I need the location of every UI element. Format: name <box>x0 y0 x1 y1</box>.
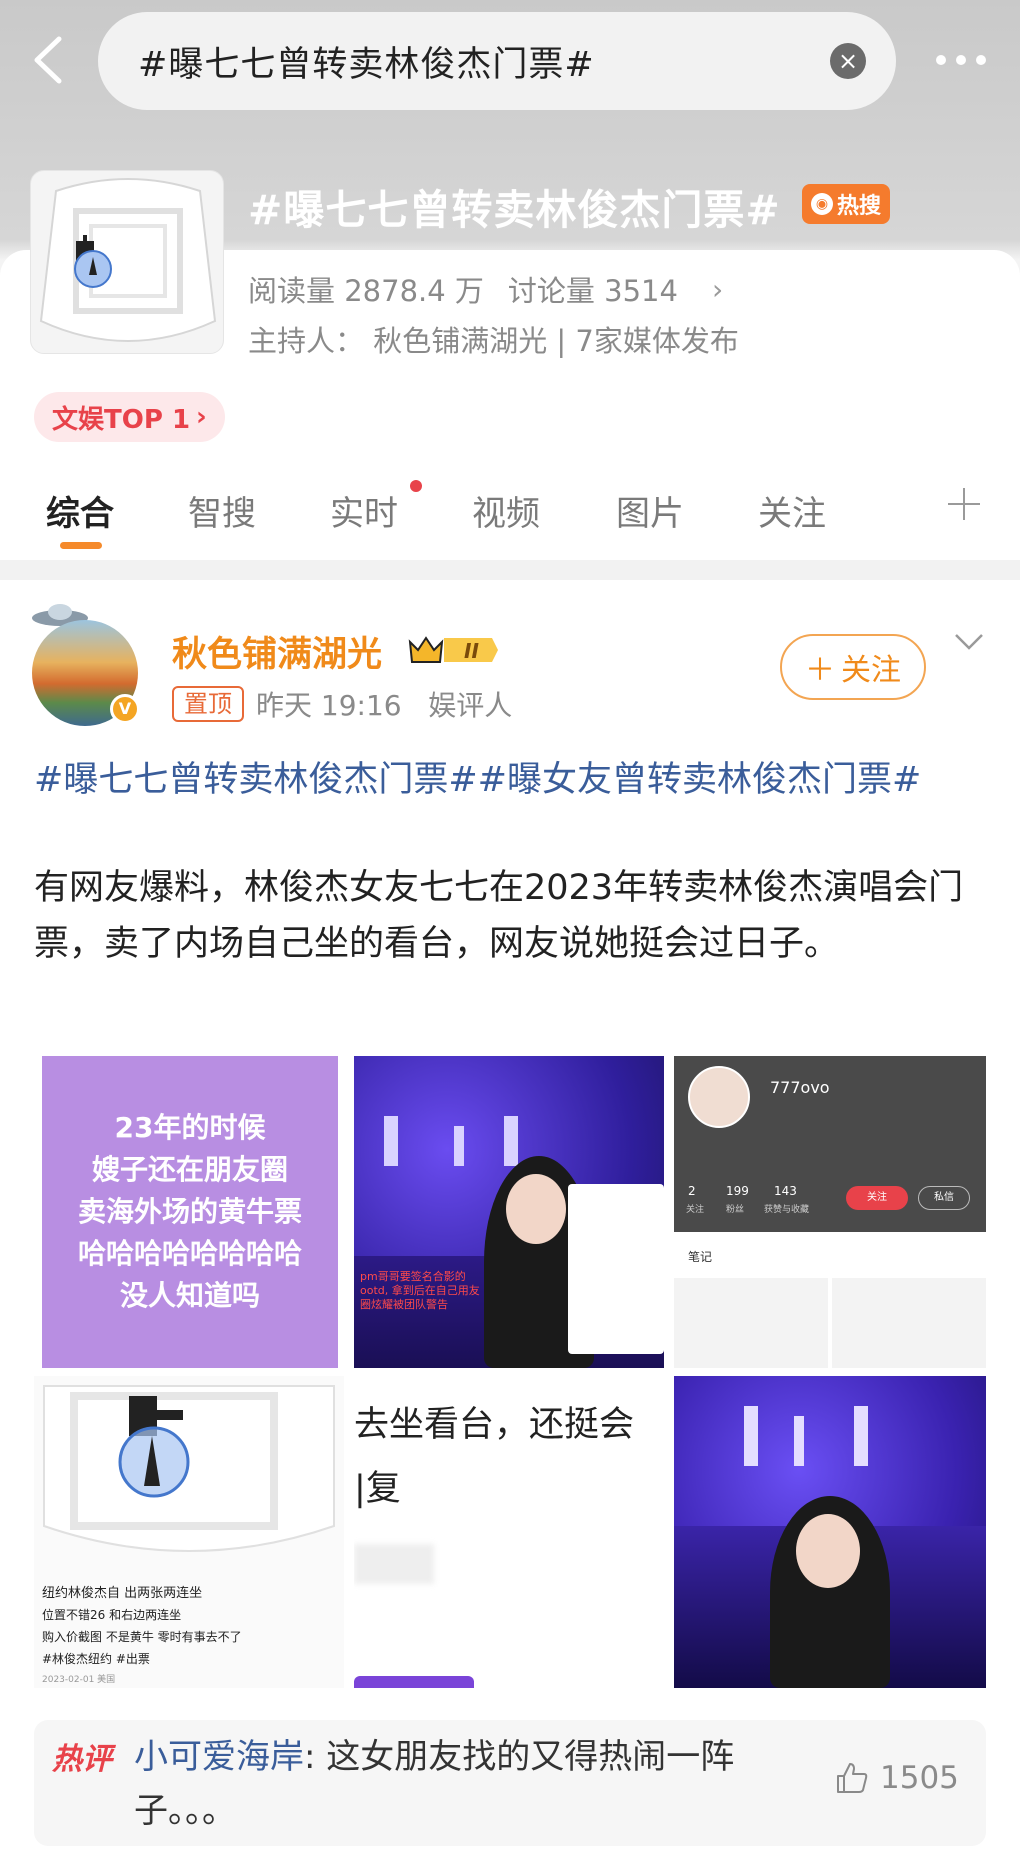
post-image-5[interactable]: 去坐看台，还挺会 |复 <box>354 1376 664 1688</box>
search-box[interactable]: #曝七七曾转卖林俊杰门票# × <box>98 12 896 110</box>
vip-badge-icon: II <box>408 636 498 663</box>
hot-comment[interactable]: 热评 小可爱海岸: 这女朋友找的又得热闹一阵子。。。 1505 <box>34 1720 986 1846</box>
hot-comment-user[interactable]: 小可爱海岸 <box>134 1737 304 1777</box>
person-face <box>796 1514 860 1588</box>
image5-text-line2: |复 <box>354 1469 401 1509</box>
post-author-role: 娱评人 <box>428 689 513 722</box>
image2-caption: pm哥哥要签名合影的ootd, 拿到后在自己用友圈炫耀被团队警告 <box>360 1270 480 1311</box>
post-image-3[interactable]: 777ovo 2 199 143 关注 粉丝 获赞与收藏 关注 私信 笔记 <box>674 1056 986 1368</box>
tab-comprehensive[interactable]: 综合 <box>46 486 114 535</box>
image4-caption-line1: 纽约林俊杰自 出两张两连坐 <box>42 1586 203 1601</box>
rank-chevron-icon: › <box>196 402 207 432</box>
rank-tag-label: 文娱TOP 1 <box>52 404 191 435</box>
topic-thumbnail[interactable] <box>30 170 224 354</box>
post-meta: 昨天 19:16 娱评人 <box>256 684 512 724</box>
profile-name: 777ovo <box>770 1078 830 1097</box>
thumbs-up-icon <box>837 1763 868 1793</box>
rank-tag[interactable]: 文娱TOP 1 › <box>34 392 225 442</box>
stat-label: 粉丝 <box>726 1205 745 1215</box>
tab-smart-search[interactable]: 智搜 <box>188 486 256 535</box>
chevron-down-icon[interactable] <box>954 632 984 652</box>
like-button[interactable]: 1505 <box>834 1760 959 1796</box>
post-image-4[interactable]: 纽约林俊杰自 出两张两连坐 位置不错26 和右边两连坐 购入价截图 不是黄牛 零… <box>34 1376 344 1688</box>
more-icon[interactable] <box>928 40 994 80</box>
person-face <box>506 1174 566 1244</box>
tab-images[interactable]: 图片 <box>616 486 684 535</box>
image4-caption-line3: 购入价截图 不是黄牛 零时有事去不了 <box>42 1630 242 1644</box>
chevron-right-icon: › <box>711 272 724 306</box>
tab-bar: 综合 智搜 实时 视频 图片 关注 <box>0 468 1020 560</box>
stat-label: 获赞与收藏 <box>764 1205 810 1215</box>
topic-stats[interactable]: 阅读量 2878.4 万 讨论量 3514 › <box>248 268 723 310</box>
read-count: 阅读量 2878.4 万 <box>248 274 484 308</box>
clear-icon[interactable]: × <box>830 43 866 79</box>
back-arrow-icon <box>34 36 62 84</box>
follow-label: 关注 <box>841 653 901 688</box>
post-body: 有网友爆料，林俊杰女友七七在2023年转卖林俊杰演唱会门票，卖了内场自己坐的看台… <box>34 868 964 964</box>
notes-section-label: 笔记 <box>688 1250 713 1264</box>
post-time: 昨天 19:16 <box>256 689 402 722</box>
stat-value: 199 <box>726 1184 749 1198</box>
stat-label: 关注 <box>686 1205 705 1215</box>
tab-following[interactable]: 关注 <box>758 486 826 535</box>
add-tab-icon[interactable] <box>944 484 984 524</box>
post-username[interactable]: 秋色铺满湖光 <box>172 626 382 677</box>
profile-message-button: 私信 <box>918 1186 970 1210</box>
post-image-6[interactable] <box>674 1376 986 1688</box>
profile-follow-button: 关注 <box>846 1186 908 1210</box>
stat-value: 2 <box>688 1184 696 1198</box>
tab-realtime[interactable]: 实时 <box>330 486 398 535</box>
discuss-count: 讨论量 3514 <box>507 274 678 308</box>
active-tab-indicator <box>60 542 102 549</box>
image4-date: 2023-02-01 美国 <box>42 1675 116 1685</box>
profile-avatar <box>688 1066 750 1128</box>
post-image-1[interactable]: 23年的时候 嫂子还在朋友圈 卖海外场的黄牛票 哈哈哈哈哈哈哈哈 没人知道吗 <box>42 1056 338 1368</box>
image5-text-line1: 去坐看台，还挺会 <box>354 1405 635 1445</box>
post-image-2[interactable]: pm哥哥要签名合影的ootd, 拿到后在自己用友圈炫耀被团队警告 <box>354 1056 664 1368</box>
pinned-tag: 置顶 <box>172 686 244 722</box>
new-indicator-dot <box>410 480 422 492</box>
topic-host[interactable]: 主持人： 秋色铺满湖光 | 7家媒体发布 <box>248 318 739 360</box>
post-hashtags[interactable]: #曝七七曾转卖林俊杰门票##曝女友曾转卖林俊杰门票# <box>34 752 984 808</box>
image4-caption-line2: 位置不错26 和右边两连坐 <box>42 1608 182 1622</box>
hot-comment-text: 小可爱海岸: 这女朋友找的又得热闹一阵子。。。 <box>134 1730 814 1838</box>
search-text: #曝七七曾转卖林俊杰门票# <box>138 44 595 85</box>
back-button[interactable] <box>20 28 76 92</box>
hot-comment-label: 热评 <box>52 1742 112 1777</box>
verified-icon: V <box>110 694 140 724</box>
follow-button[interactable]: ＋ 关注 <box>780 634 926 700</box>
stat-value: 143 <box>774 1184 797 1198</box>
tab-video[interactable]: 视频 <box>472 486 540 535</box>
hot-icon: ◉ <box>810 193 833 215</box>
like-count: 1505 <box>880 1760 959 1796</box>
plus-icon: ＋ <box>805 653 835 688</box>
hot-badge-label: 热搜 <box>836 194 881 219</box>
vip-level: II <box>464 639 479 663</box>
image1-text: 23年的时候 嫂子还在朋友圈 卖海外场的黄牛票 哈哈哈哈哈哈哈哈 没人知道吗 <box>77 1111 302 1312</box>
topic-title: #曝七七曾转卖林俊杰门票# <box>248 186 781 234</box>
top-bar: #曝七七曾转卖林俊杰门票# × <box>0 0 1020 120</box>
image4-caption-line4: #林俊杰纽约 #出票 <box>42 1652 150 1666</box>
hot-search-badge: ◉ 热搜 <box>802 184 890 224</box>
